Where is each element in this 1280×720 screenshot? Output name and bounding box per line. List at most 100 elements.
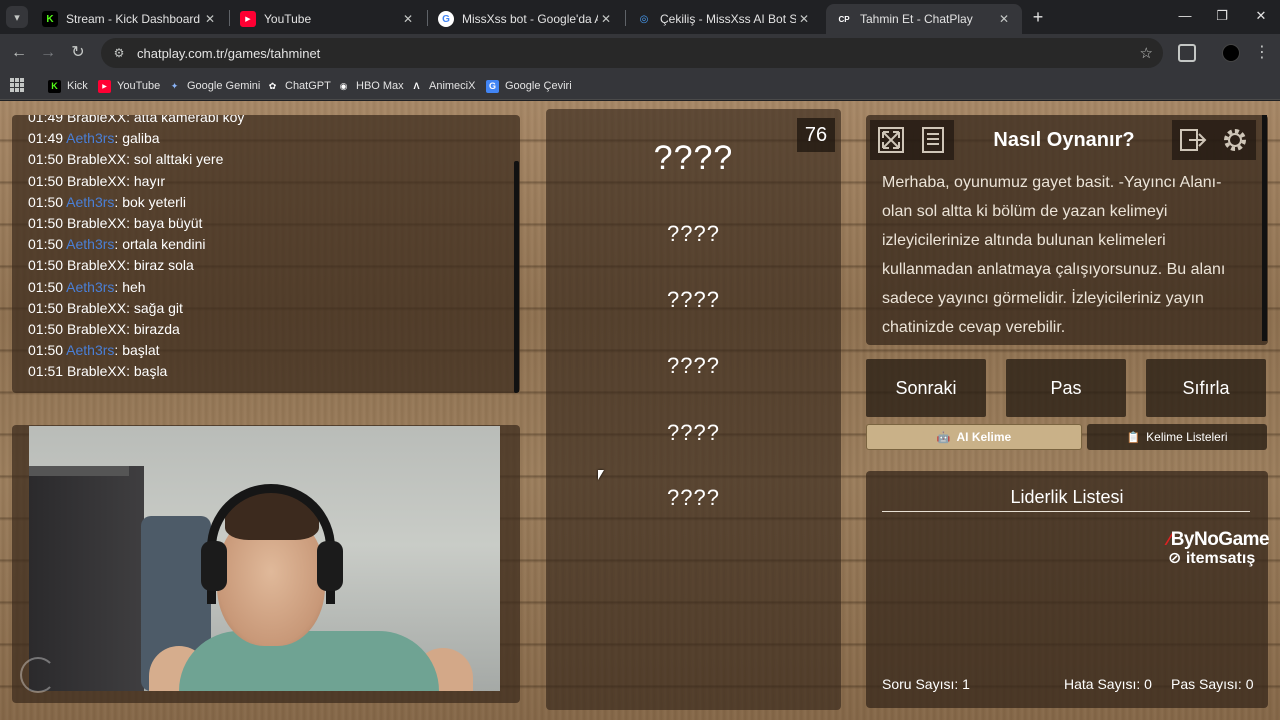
chat-message: 01:50 Aeth3rs: heh: [28, 278, 146, 295]
chat-text: birazda: [133, 320, 180, 337]
bookmarks-bar: K Kick ▶ YouTube ✦ Google Gemini ✿ ChatG…: [0, 72, 1280, 100]
tab-label: Kelime Listeleri: [1146, 430, 1228, 444]
chat-username[interactable]: BrableXX: [67, 257, 126, 273]
how-to-play-text: Merhaba, oyunumuz gayet basit. -Yayıncı …: [882, 174, 1226, 336]
chat-message: 01:50 BrableXX: biraz sola: [28, 257, 194, 274]
chat-username[interactable]: BrableXX: [67, 321, 126, 337]
chat-text: başlat: [122, 342, 160, 359]
apps-grid-icon[interactable]: [10, 78, 24, 92]
gear-icon[interactable]: [1214, 120, 1256, 160]
chat-text: sağa git: [133, 299, 183, 316]
chat-time: 01:50: [28, 342, 64, 359]
game-page: 01:49 BrableXX: atta kamerabi koy 01:49 A…: [0, 101, 1280, 720]
how-to-play-panel: Nasıl Oynanır? Merhaba, oyunumuz gayet b…: [866, 115, 1268, 345]
bookmark-hbo[interactable]: ◉ HBO Max: [337, 76, 404, 96]
bookmark-kick[interactable]: K Kick: [48, 76, 88, 96]
chat-message: 01:49 BrableXX: atta kamerabi koy: [28, 115, 244, 128]
close-icon[interactable]: ✕: [400, 12, 416, 26]
chat-username[interactable]: Aeth3rs: [66, 130, 114, 146]
tab-ai-word[interactable]: 🤖 AI Kelime: [866, 424, 1082, 450]
profile-avatar[interactable]: [1222, 44, 1240, 62]
chat-message: 01:51 BrableXX: başla: [28, 363, 168, 380]
pass-button[interactable]: Pas: [1006, 359, 1126, 417]
tab-title: Stream - Kick Dashboard: [66, 12, 201, 26]
chat-username[interactable]: BrableXX: [67, 300, 126, 316]
chat-message: 01:50 BrableXX: birazda: [28, 320, 180, 337]
close-icon[interactable]: ✕: [598, 12, 614, 26]
loading-spinner-icon: [20, 657, 56, 693]
chat-username[interactable]: BrableXX: [67, 173, 126, 189]
bookmark-chatgpt[interactable]: ✿ ChatGPT: [266, 76, 331, 96]
restore-icon[interactable]: ❐: [1212, 8, 1232, 24]
bookmark-star-icon[interactable]: ☆: [1140, 44, 1153, 62]
minimize-icon[interactable]: —: [1175, 8, 1195, 23]
tab-tahmin-et[interactable]: CP Tahmin Et - ChatPlay ✕: [826, 4, 1022, 34]
chat-username[interactable]: BrableXX: [67, 363, 126, 379]
forbidden-word: ????: [667, 221, 720, 246]
bookmark-gemini[interactable]: ✦ Google Gemini: [168, 76, 261, 96]
leaderboard-panel: Liderlik Listesi Soru Sayısı: 1 Hata Say…: [866, 471, 1268, 708]
bookmark-google-translate[interactable]: G Google Çeviri: [486, 76, 572, 96]
chat-message: 01:50 BrableXX: hayır: [28, 172, 165, 189]
window-close-icon[interactable]: ✕: [1251, 8, 1271, 24]
extensions-icon[interactable]: [1178, 44, 1196, 62]
bookmark-label: Google Gemini: [187, 80, 261, 92]
reset-button[interactable]: Sıfırla: [1146, 359, 1266, 417]
back-icon[interactable]: ←: [9, 43, 29, 63]
address-bar[interactable]: ⚙ chatplay.com.tr/games/tahminet ☆: [101, 38, 1163, 68]
close-icon[interactable]: ✕: [796, 12, 812, 26]
chat-username[interactable]: Aeth3rs: [66, 194, 114, 210]
forward-icon[interactable]: →: [38, 43, 58, 63]
forbidden-word: ????: [667, 420, 720, 445]
chat-username[interactable]: BrableXX: [67, 151, 126, 167]
chat-panel[interactable]: 01:49 BrableXX: atta kamerabi koy 01:49 A…: [12, 115, 520, 393]
youtube-icon: ▶: [240, 11, 256, 27]
robot-icon: 🤖: [936, 431, 951, 444]
chat-scrollbar[interactable]: [514, 161, 519, 393]
chat-time: 01:50: [28, 172, 64, 189]
close-icon[interactable]: ✕: [996, 12, 1012, 26]
hbo-icon: ◉: [339, 80, 348, 91]
google-icon: G: [438, 11, 454, 27]
tab-word-lists[interactable]: 📋 Kelime Listeleri: [1087, 424, 1267, 450]
chat-text: baya büyüt: [133, 214, 203, 231]
menu-icon[interactable]: ⋮: [1254, 42, 1270, 62]
youtube-icon: ▶: [98, 79, 111, 93]
chat-message-list: 01:49 BrableXX: atta kamerabi koy 01:49 A…: [28, 115, 244, 382]
chat-username[interactable]: Aeth3rs: [66, 236, 114, 252]
next-button[interactable]: Sonraki: [866, 359, 986, 417]
chat-time: 01:50: [28, 151, 64, 168]
chat-message: 01:50 BrableXX: sol alttaki yere: [28, 151, 224, 168]
exit-icon[interactable]: [1172, 120, 1214, 160]
chat-username[interactable]: Aeth3rs: [66, 342, 114, 358]
howto-scrollbar[interactable]: [1262, 115, 1267, 341]
forbidden-word: ????: [667, 353, 720, 378]
tab-kick-dashboard[interactable]: K Stream - Kick Dashboard ✕: [32, 4, 228, 34]
chat-text: heh: [122, 278, 146, 295]
kick-icon: K: [42, 11, 58, 27]
reload-icon[interactable]: ↻: [68, 43, 88, 63]
chatplay-icon: CP: [838, 14, 850, 24]
chat-username[interactable]: Aeth3rs: [66, 279, 114, 295]
chat-message: 01:50 Aeth3rs: bok yeterli: [28, 193, 187, 210]
bookmark-animecix[interactable]: Λ AnimeciX: [410, 76, 475, 96]
tab-google-search[interactable]: G MissXss bot - Google'da Ara ✕: [428, 4, 624, 34]
site-info-icon[interactable]: ⚙: [111, 46, 127, 60]
close-icon[interactable]: ✕: [202, 12, 218, 26]
new-tab-button[interactable]: +: [1028, 7, 1048, 27]
word-panel: 76 ???? ???? ???? ???? ???? ????: [546, 109, 841, 710]
chat-text: biraz sola: [133, 257, 194, 274]
tab-label: AI Kelime: [956, 430, 1012, 444]
tab-cekilis[interactable]: ◎ Çekiliş - MissXss AI Bot System ✕: [626, 4, 822, 34]
tab-youtube[interactable]: ▶ YouTube ✕: [230, 4, 426, 34]
tab-search-icon[interactable]: ▾: [6, 6, 28, 28]
translate-icon: G: [486, 79, 499, 93]
chat-time: 01:50: [28, 214, 64, 231]
chat-username[interactable]: BrableXX: [67, 115, 126, 125]
chat-time: 01:50: [28, 278, 64, 295]
chat-username[interactable]: BrableXX: [67, 215, 126, 231]
sponsor-logo: ⁄ByNoGame ⊘ itemsatış: [1168, 529, 1270, 567]
bookmark-youtube[interactable]: ▶ YouTube: [98, 76, 160, 96]
tab-title: YouTube: [264, 12, 312, 26]
chat-text: bok yeterli: [122, 193, 187, 210]
